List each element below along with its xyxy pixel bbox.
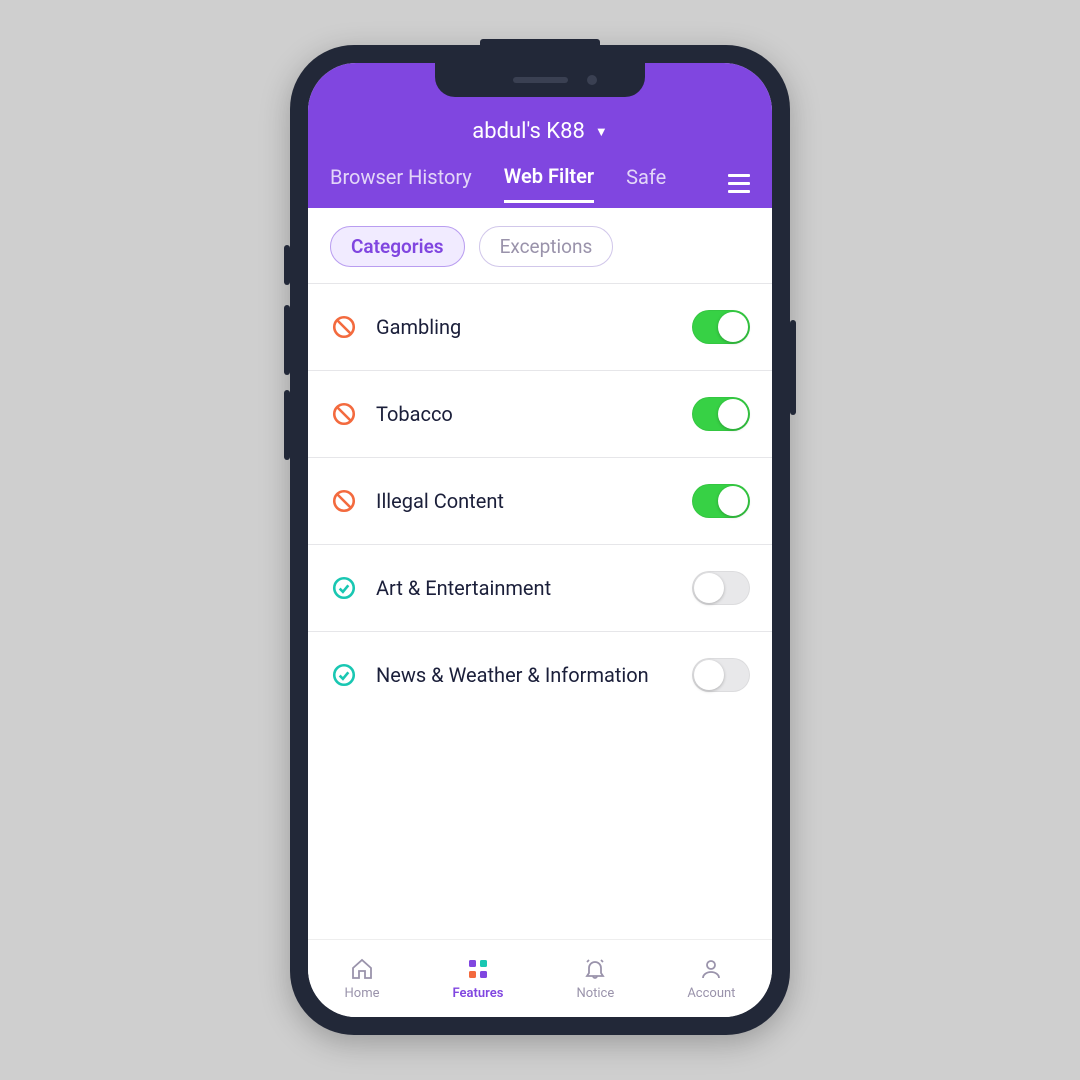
nav-label: Notice bbox=[576, 986, 614, 1001]
category-label: Illegal Content bbox=[376, 489, 674, 514]
toggle[interactable] bbox=[692, 397, 750, 431]
hamburger-icon[interactable] bbox=[724, 170, 754, 197]
category-row: Illegal Content bbox=[308, 457, 772, 544]
content: Categories Exceptions Gambling Tobacco bbox=[308, 208, 772, 939]
chevron-down-icon: ▼ bbox=[595, 124, 608, 140]
pill-categories[interactable]: Categories bbox=[330, 226, 465, 267]
person-icon bbox=[698, 956, 724, 982]
nav-label: Home bbox=[345, 986, 380, 1001]
phone-frame: abdul's K88 ▼ Browser History Web Filter… bbox=[290, 45, 790, 1035]
category-label: News & Weather & Information bbox=[376, 663, 674, 688]
tab-web-filter[interactable]: Web Filter bbox=[504, 164, 594, 203]
block-icon bbox=[330, 487, 358, 515]
pill-exceptions[interactable]: Exceptions bbox=[479, 226, 614, 267]
category-row: News & Weather & Information bbox=[308, 631, 772, 718]
home-icon bbox=[349, 956, 375, 982]
allow-icon bbox=[330, 574, 358, 602]
top-tabs: Browser History Web Filter Safe bbox=[308, 158, 772, 208]
nav-notice[interactable]: Notice bbox=[576, 956, 614, 1001]
notch bbox=[435, 63, 645, 97]
tab-safe[interactable]: Safe bbox=[626, 165, 666, 201]
side-button bbox=[284, 305, 290, 375]
category-row: Tobacco bbox=[308, 370, 772, 457]
block-icon bbox=[330, 400, 358, 428]
bell-icon bbox=[582, 956, 608, 982]
device-name: abdul's K88 bbox=[472, 119, 585, 144]
bottom-nav: Home Features Notice Account bbox=[308, 939, 772, 1017]
nav-label: Features bbox=[453, 986, 504, 1001]
category-row: Art & Entertainment bbox=[308, 544, 772, 631]
allow-icon bbox=[330, 661, 358, 689]
category-label: Tobacco bbox=[376, 402, 674, 427]
category-label: Gambling bbox=[376, 315, 674, 340]
toggle[interactable] bbox=[692, 571, 750, 605]
tab-browser-history[interactable]: Browser History bbox=[330, 165, 472, 201]
category-label: Art & Entertainment bbox=[376, 576, 674, 601]
category-list: Gambling Tobacco Illegal Content bbox=[308, 283, 772, 718]
block-icon bbox=[330, 313, 358, 341]
toggle[interactable] bbox=[692, 484, 750, 518]
category-row: Gambling bbox=[308, 283, 772, 370]
side-button bbox=[284, 390, 290, 460]
grid-icon bbox=[465, 956, 491, 982]
toggle[interactable] bbox=[692, 310, 750, 344]
filter-tabs: Categories Exceptions bbox=[308, 208, 772, 283]
device-selector[interactable]: abdul's K88 ▼ bbox=[308, 107, 772, 158]
side-button bbox=[790, 320, 796, 415]
toggle[interactable] bbox=[692, 658, 750, 692]
side-button bbox=[284, 245, 290, 285]
nav-features[interactable]: Features bbox=[453, 956, 504, 1001]
nav-home[interactable]: Home bbox=[345, 956, 380, 1001]
screen: abdul's K88 ▼ Browser History Web Filter… bbox=[308, 63, 772, 1017]
nav-account[interactable]: Account bbox=[687, 956, 735, 1001]
nav-label: Account bbox=[687, 986, 735, 1001]
